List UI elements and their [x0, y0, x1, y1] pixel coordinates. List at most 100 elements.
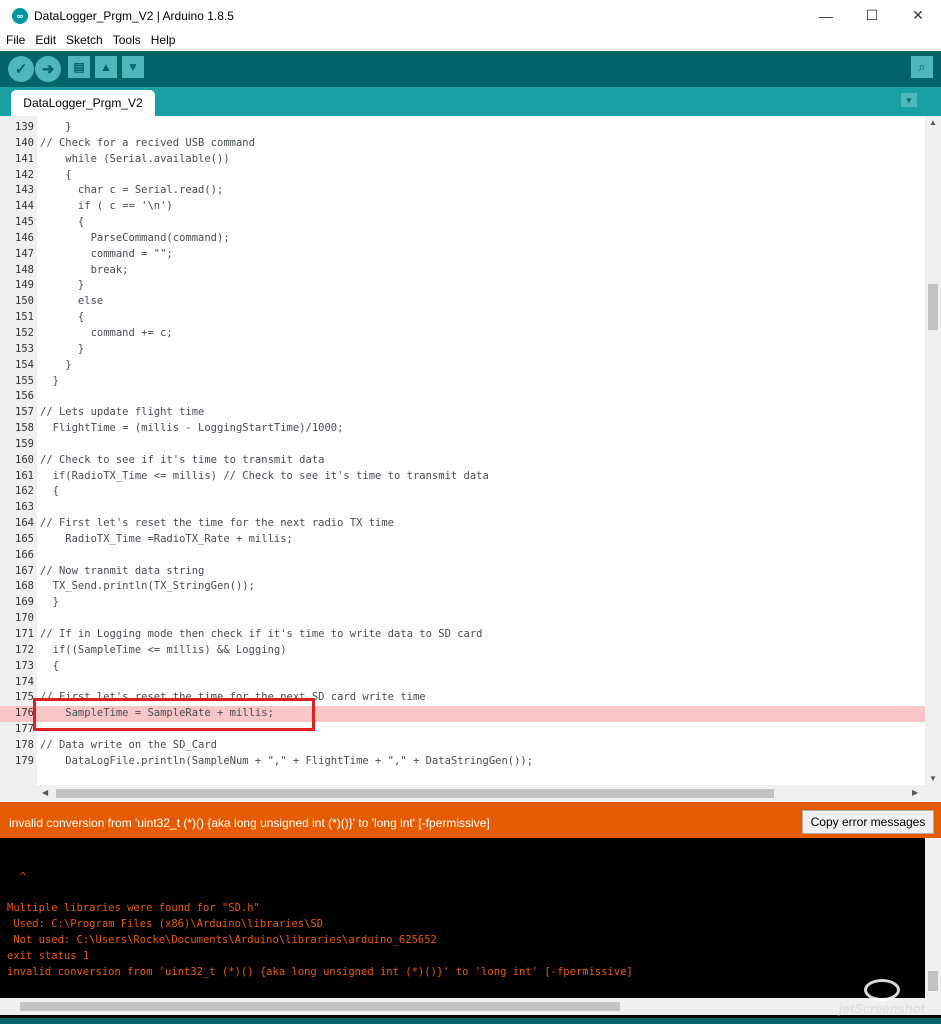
- tab-menu-button[interactable]: ▼: [901, 93, 917, 107]
- menu-edit[interactable]: Edit: [31, 33, 60, 47]
- copy-error-messages-button[interactable]: Copy error messages: [802, 810, 934, 834]
- line-number: 156: [15, 390, 34, 403]
- code-line[interactable]: 153 }: [0, 342, 925, 358]
- code-line[interactable]: 150 else: [0, 294, 925, 310]
- code-text: {: [40, 485, 59, 498]
- code-line[interactable]: 167 // Now tranmit data string: [0, 564, 925, 580]
- tab-datalogger[interactable]: DataLogger_Prgm_V2: [11, 90, 155, 116]
- code-line[interactable]: 165 RadioTX_Time =RadioTX_Rate + millis;: [0, 532, 925, 548]
- line-number: 154: [15, 358, 34, 371]
- code-line[interactable]: 178 // Data write on the SD_Card: [0, 738, 925, 754]
- line-number: 179: [15, 754, 34, 767]
- line-number: 163: [15, 501, 34, 514]
- code-text: // Check to see if it's time to transmit…: [40, 453, 325, 466]
- line-number: 165: [15, 532, 34, 545]
- code-line[interactable]: 161 if(RadioTX_Time <= millis) // Check …: [0, 469, 925, 485]
- code-line[interactable]: 157 // Lets update flight time: [0, 405, 925, 421]
- scroll-right-icon[interactable]: ▶: [912, 788, 918, 797]
- code-text: RadioTX_Time =RadioTX_Rate + millis;: [40, 532, 293, 545]
- error-message: invalid conversion from 'uint32_t (*)() …: [9, 816, 490, 830]
- line-number: 155: [15, 374, 34, 387]
- code-line[interactable]: 164 // First let's reset the time for the…: [0, 516, 925, 532]
- code-line[interactable]: 147 command = "";: [0, 247, 925, 263]
- console-horizontal-scrollbar[interactable]: [0, 998, 941, 1015]
- code-line[interactable]: 174: [0, 675, 925, 691]
- code-line[interactable]: 160 // Check to see if it's time to trans…: [0, 453, 925, 469]
- new-sketch-button[interactable]: ▤: [68, 56, 90, 78]
- line-number: 174: [15, 675, 34, 688]
- code-line[interactable]: 151 {: [0, 310, 925, 326]
- code-line[interactable]: 144 if ( c == '\n'): [0, 199, 925, 215]
- code-line[interactable]: 162 {: [0, 484, 925, 500]
- code-line[interactable]: 156: [0, 389, 925, 405]
- editor-horizontal-scroll-thumb[interactable]: [56, 789, 774, 798]
- save-sketch-button[interactable]: ▼: [122, 56, 144, 78]
- scroll-up-icon[interactable]: ▲: [929, 118, 937, 127]
- code-line[interactable]: 159: [0, 437, 925, 453]
- code-editor[interactable]: 139 } 140// Check for a recived USB comma…: [0, 116, 941, 802]
- editor-vertical-scrollbar[interactable]: ▲ ▼: [925, 116, 941, 785]
- console-line: Multiple libraries were found for "SD.h": [7, 902, 260, 915]
- code-line[interactable]: 141 while (Serial.available()): [0, 152, 925, 168]
- line-number: 173: [15, 659, 34, 672]
- code-line[interactable]: 139 }: [0, 120, 925, 136]
- menu-sketch[interactable]: Sketch: [62, 33, 107, 47]
- code-line[interactable]: 155 }: [0, 374, 925, 390]
- scroll-left-icon[interactable]: ◀: [42, 788, 48, 797]
- minimize-button[interactable]: —: [803, 0, 849, 31]
- open-sketch-button[interactable]: ▲: [95, 56, 117, 78]
- verify-button[interactable]: ✓: [8, 56, 34, 82]
- editor-vertical-scroll-thumb[interactable]: [928, 284, 938, 330]
- close-button[interactable]: ✕: [895, 0, 941, 31]
- code-text: break;: [40, 263, 129, 276]
- line-number: 168: [15, 580, 34, 593]
- watermark-text: jetScreenshot: [839, 1000, 925, 1016]
- console-horizontal-scroll-thumb[interactable]: [20, 1002, 620, 1011]
- watermark: jetScreenshot: [832, 972, 932, 1022]
- line-number: 150: [15, 295, 34, 308]
- line-number: 164: [15, 517, 34, 530]
- code-line[interactable]: 163: [0, 500, 925, 516]
- code-line[interactable]: 169 }: [0, 595, 925, 611]
- error-bar: invalid conversion from 'uint32_t (*)() …: [0, 802, 941, 838]
- code-line[interactable]: 146 ParseCommand(command);: [0, 231, 925, 247]
- code-line[interactable]: 158 FlightTime = (millis - LoggingStartT…: [0, 421, 925, 437]
- upload-button[interactable]: ➜: [35, 56, 61, 82]
- code-line[interactable]: 145 {: [0, 215, 925, 231]
- title-bar: ∞ DataLogger_Prgm_V2 | Arduino 1.8.5 — ☐…: [0, 0, 941, 31]
- code-text: DataLogFile.println(SampleNum + "," + Fl…: [40, 754, 534, 767]
- menu-tools[interactable]: Tools: [109, 33, 145, 47]
- console-lines: ^ Multiple libraries were found for "SD.h…: [7, 838, 633, 981]
- line-number: 157: [15, 406, 34, 419]
- code-line[interactable]: 143 char c = Serial.read();: [0, 183, 925, 199]
- console-output[interactable]: ^ Multiple libraries were found for "SD.h…: [0, 838, 941, 1024]
- maximize-button[interactable]: ☐: [849, 0, 895, 31]
- code-line[interactable]: 168 TX_Send.println(TX_StringGen());: [0, 579, 925, 595]
- code-line[interactable]: 171 // If in Logging mode then check if i…: [0, 627, 925, 643]
- line-number: 178: [15, 738, 34, 751]
- code-line[interactable]: 172 if((SampleTime <= millis) && Logging…: [0, 643, 925, 659]
- line-number: 170: [15, 612, 34, 625]
- code-line[interactable]: 170: [0, 611, 925, 627]
- editor-horizontal-scrollbar[interactable]: ◀ ▶: [0, 785, 941, 802]
- code-line[interactable]: 149 }: [0, 278, 925, 294]
- arrow-right-icon: ➜: [41, 61, 55, 78]
- toolbar: ✓ ➜ ▤ ▲ ▼ ⌕: [0, 51, 941, 87]
- code-line[interactable]: 179 DataLogFile.println(SampleNum + "," …: [0, 754, 925, 770]
- line-number: 169: [15, 596, 34, 609]
- code-line[interactable]: 152 command += c;: [0, 326, 925, 342]
- scroll-down-icon[interactable]: ▼: [929, 774, 937, 783]
- code-line[interactable]: 173 {: [0, 659, 925, 675]
- menu-help[interactable]: Help: [147, 33, 180, 47]
- line-number: 175: [15, 691, 34, 704]
- menu-file[interactable]: File: [2, 33, 29, 47]
- code-line[interactable]: 142 {: [0, 168, 925, 184]
- line-number: 159: [15, 437, 34, 450]
- menu-bar: File Edit Sketch Tools Help: [0, 31, 941, 50]
- code-line[interactable]: 166: [0, 548, 925, 564]
- code-line[interactable]: 154 }: [0, 358, 925, 374]
- serial-monitor-button[interactable]: ⌕: [911, 56, 933, 78]
- code-line[interactable]: 148 break;: [0, 263, 925, 279]
- code-line[interactable]: 140 // Check for a recived USB command: [0, 136, 925, 152]
- code-lines: 139 } 140// Check for a recived USB comma…: [0, 120, 925, 770]
